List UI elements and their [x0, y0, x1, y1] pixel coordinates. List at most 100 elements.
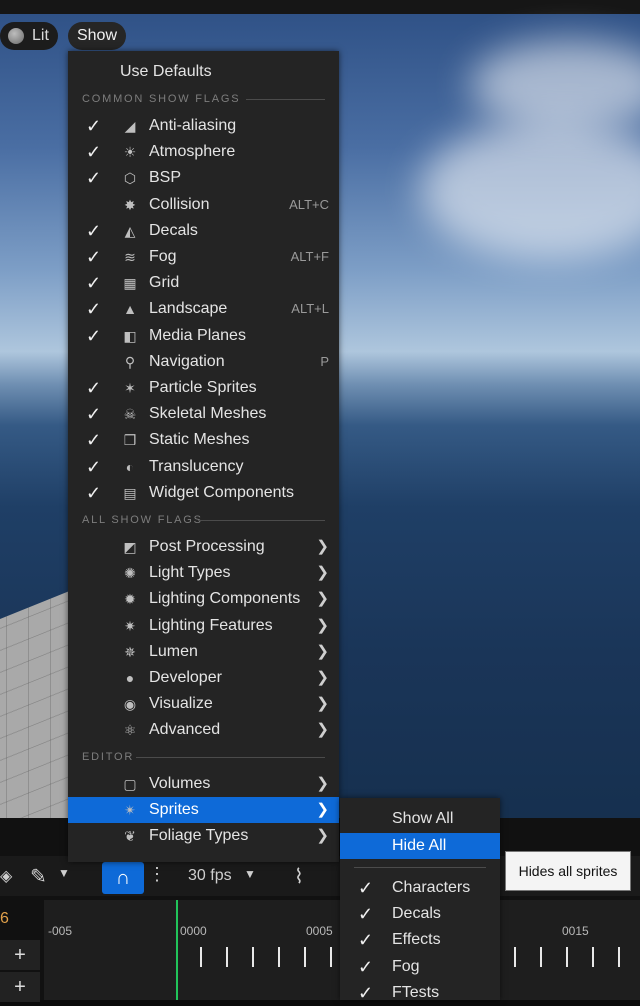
menu-item-visualize[interactable]: ◉ Visualize ❯ [68, 691, 339, 717]
chevron-right-icon: ❯ [316, 695, 329, 713]
playhead[interactable] [176, 900, 178, 1000]
keyframe-tick[interactable] [278, 947, 280, 967]
fps-selector[interactable]: 30 fps [188, 867, 232, 885]
show-menu-button[interactable]: Show [68, 22, 126, 50]
keyframe-tick[interactable] [592, 947, 594, 967]
view-mode-button[interactable]: Lit [0, 22, 58, 50]
add-track-button[interactable]: + [0, 972, 40, 1002]
atmosphere-icon: ☀ [123, 144, 137, 161]
shortcut-hint: ALT+L [291, 301, 329, 317]
ruler-label: 0005 [306, 924, 333, 938]
foliage-icon: ❦ [124, 828, 136, 845]
keyframe-tick[interactable] [618, 947, 620, 967]
curve-editor-icon[interactable]: ⌇ [294, 864, 304, 889]
ruler-label: -005 [48, 924, 73, 938]
keyframe-tick[interactable] [304, 947, 306, 967]
checkmark-icon: ✓ [86, 404, 102, 425]
sprite-category-characters[interactable]: ✓ Characters [340, 875, 500, 901]
sprite-category-decals[interactable]: ✓ Decals [340, 901, 500, 927]
sprites-submenu: Show All Hide All ✓ Characters ✓ Decals ✓ Eff… [340, 798, 500, 1003]
keyframe-tick[interactable] [252, 947, 254, 967]
common-show-flags-header: COMMON SHOW FLAGS [82, 93, 241, 105]
menu-item-static-meshes[interactable]: ✓ ❒ Static Meshes [68, 427, 339, 453]
menu-item-developer[interactable]: ● Developer ❯ [68, 665, 339, 691]
menu-item-lighting-features[interactable]: ✷ Lighting Features ❯ [68, 613, 339, 639]
checkmark-icon: ✓ [358, 904, 374, 925]
fog-icon: ≋ [124, 249, 136, 265]
add-track-button[interactable]: + [0, 940, 40, 970]
checkmark-icon: ✓ [86, 220, 102, 241]
menu-item-grid[interactable]: ✓ ▦ Grid [68, 270, 339, 296]
menu-item-volumes[interactable]: ▢ Volumes ❯ [68, 771, 339, 797]
menu-item-label: Widget Components [149, 483, 294, 501]
menu-item-label: Show All [392, 810, 454, 827]
checkmark-icon: ✓ [86, 299, 102, 320]
menu-item-bsp[interactable]: ✓ ⬡ BSP [68, 165, 339, 191]
menu-item-translucency[interactable]: ✓ ◐ Translucency [68, 454, 339, 480]
hide-all-item[interactable]: Hide All [340, 833, 500, 859]
menu-item-label: Use Defaults [120, 63, 212, 80]
menu-item-label: Atmosphere [149, 143, 236, 161]
transform-icon[interactable]: ◈ [0, 866, 12, 886]
menu-item-navigation[interactable]: ⚲ Navigation P [68, 349, 339, 375]
sprite-category-effects[interactable]: ✓ Effects [340, 927, 500, 953]
menu-item-widget-components[interactable]: ✓ ▤ Widget Components [68, 480, 339, 506]
menu-item-label: Translucency [149, 457, 244, 475]
menu-item-label: Advanced [149, 721, 221, 739]
menu-item-skeletal-meshes[interactable]: ✓ ☠ Skeletal Meshes [68, 401, 339, 427]
menu-item-landscape[interactable]: ✓ ▲ Landscape ALT+L [68, 296, 339, 322]
menu-item-fog[interactable]: ✓ ≋ Fog ALT+F [68, 244, 339, 270]
tooltip: Hides all sprites [505, 851, 631, 891]
keyframe-tick[interactable] [540, 947, 542, 967]
navigation-pin-icon: ⚲ [124, 353, 136, 370]
chevron-right-icon: ❯ [316, 801, 329, 819]
menu-item-advanced[interactable]: ⚛ Advanced ❯ [68, 717, 339, 743]
menu-item-media-planes[interactable]: ✓ ◧ Media Planes [68, 323, 339, 349]
chevron-right-icon: ❯ [316, 827, 329, 845]
menu-item-label: Lighting Features [149, 616, 273, 634]
menu-item-label: Visualize [149, 695, 213, 713]
section-divider [354, 867, 486, 868]
post-processing-icon: ◩ [123, 539, 137, 555]
keyframe-tick[interactable] [566, 947, 568, 967]
visualize-eye-icon: ◉ [123, 696, 137, 713]
chevron-down-icon[interactable]: ▼ [58, 866, 70, 880]
menu-item-lighting-components[interactable]: ✹ Lighting Components ❯ [68, 586, 339, 612]
advanced-atom-icon: ⚛ [123, 722, 137, 739]
menu-item-post-processing[interactable]: ◩ Post Processing ❯ [68, 534, 339, 560]
sprite-category-fog[interactable]: ✓ Fog [340, 954, 500, 980]
menu-item-particle-sprites[interactable]: ✓ ✶ Particle Sprites [68, 375, 339, 401]
menu-item-decals[interactable]: ✓ ◭ Decals [68, 218, 339, 244]
keyframe-tick[interactable] [200, 947, 202, 967]
menu-item-atmosphere[interactable]: ✓ ☀ Atmosphere [68, 139, 339, 165]
menu-item-label: Decals [149, 221, 198, 239]
editor-header: EDITOR [82, 751, 135, 763]
menu-item-label: Landscape [149, 300, 228, 318]
menu-item-foliage-types[interactable]: ❦ Foliage Types ❯ [68, 823, 339, 849]
keyframe-tick[interactable] [514, 947, 516, 967]
snap-magnet-button[interactable]: ∩ [102, 862, 144, 894]
landscape-icon: ▲ [123, 301, 137, 318]
more-options-icon[interactable]: ⋮ [148, 864, 166, 885]
menu-item-anti-aliasing[interactable]: ✓ ◢ Anti-aliasing [68, 113, 339, 139]
chevron-down-icon[interactable]: ▼ [244, 867, 256, 881]
show-all-item[interactable]: Show All [340, 806, 500, 832]
decal-icon: ◭ [124, 222, 136, 239]
view-mode-label: Lit [32, 27, 49, 44]
menu-item-sprites[interactable]: ✴ Sprites ❯ [68, 797, 339, 824]
menu-item-label: Effects [392, 931, 441, 949]
edit-pencil-icon[interactable]: ✎ [30, 864, 47, 889]
menu-item-lumen[interactable]: ✵ Lumen ❯ [68, 639, 339, 665]
checkmark-icon: ✓ [86, 430, 102, 451]
menu-item-collision[interactable]: ✸ Collision ALT+C [68, 192, 339, 218]
keyframe-tick[interactable] [226, 947, 228, 967]
light-types-icon: ✺ [124, 565, 136, 582]
checkmark-icon: ✓ [358, 956, 374, 977]
skeletal-mesh-icon: ☠ [123, 406, 137, 423]
menu-item-light-types[interactable]: ✺ Light Types ❯ [68, 560, 339, 586]
keyframe-tick[interactable] [330, 947, 332, 967]
ruler-label: 0015 [562, 924, 589, 938]
use-defaults-item[interactable]: Use Defaults [68, 59, 339, 85]
developer-person-icon: ● [125, 670, 135, 686]
sprite-category-ftests[interactable]: ✓ FTests [340, 980, 500, 1006]
